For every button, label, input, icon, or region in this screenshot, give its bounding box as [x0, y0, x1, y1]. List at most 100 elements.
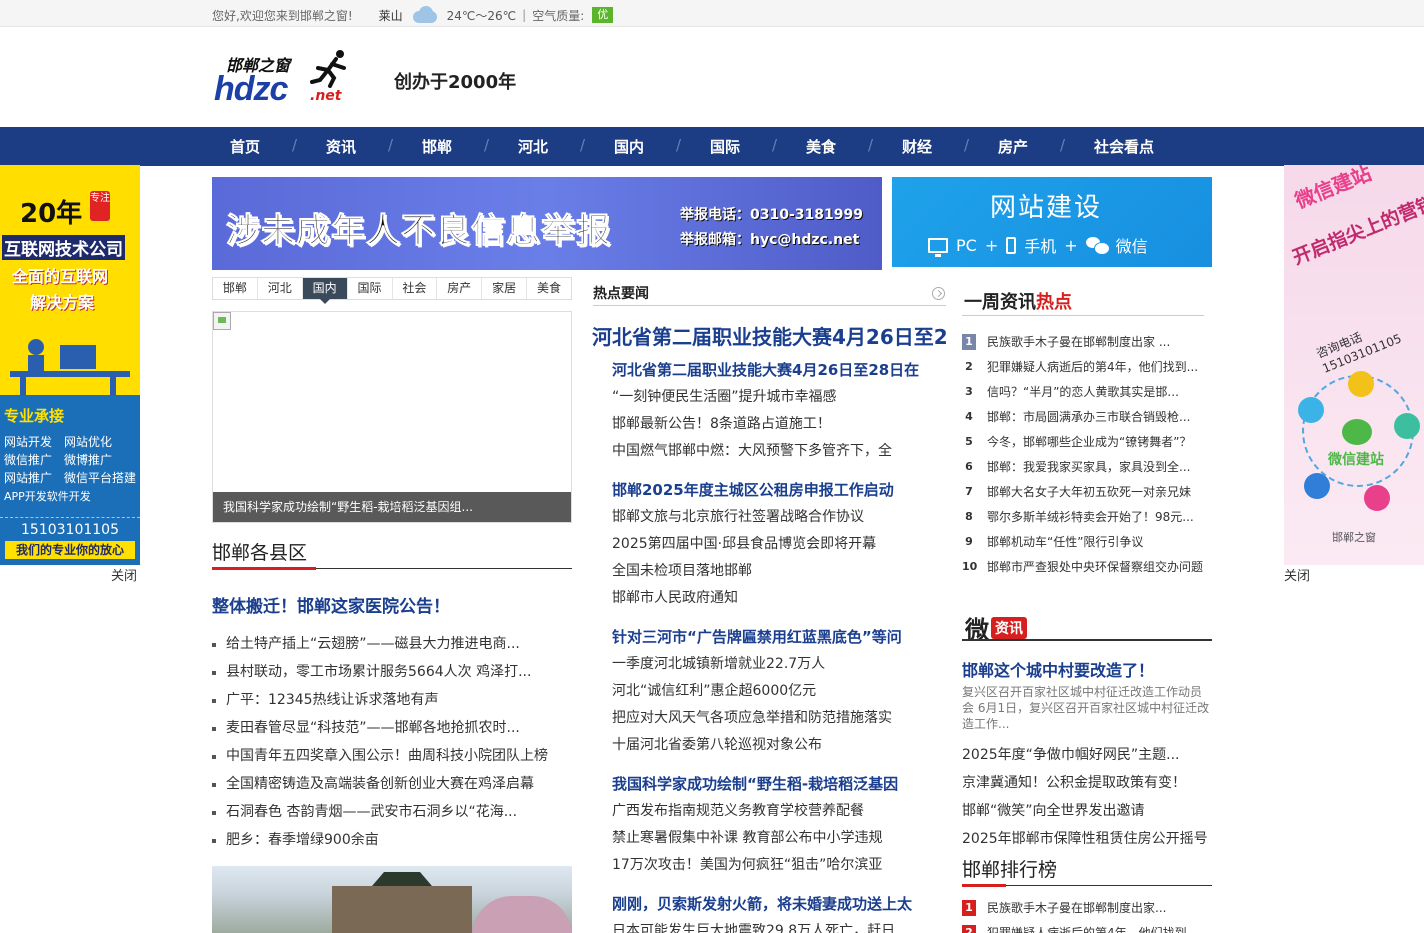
- list-item[interactable]: 邯郸“微笑”向全世界发出邀请: [962, 797, 1212, 825]
- hot-item-text[interactable]: 民族歌手木子曼在邯郸制度出家 ...: [987, 330, 1170, 355]
- list-item[interactable]: 河北省第二届职业技能大赛4月26日至28日在: [612, 357, 946, 384]
- tab-realestate[interactable]: 房产: [437, 278, 483, 299]
- list-item[interactable]: 县村联动，零工市场累计服务5664人次 鸡泽打...: [212, 658, 572, 686]
- list-item[interactable]: 邯郸市人民政府通知: [612, 585, 946, 612]
- list-item[interactable]: 十届河北省委第八轮巡视对象公布: [612, 732, 946, 759]
- list-item[interactable]: 1 民族歌手木子曼在邯郸制度出家 ...: [962, 330, 1212, 355]
- list-item[interactable]: 2025年度“争做巾帼好网民”主题...: [962, 741, 1212, 769]
- list-item[interactable]: 2025第四届中国·邱县食品博览会即将开幕: [612, 531, 946, 558]
- hot-news-group-5: 刚刚，贝索斯发射火箭，将未婚妻成功送上太 日本可能发生巨大地震致29.8万人死亡…: [612, 891, 946, 933]
- service-item: 微信推广: [4, 453, 53, 467]
- micro-news-headline[interactable]: 邯郸这个城中村要改造了！: [962, 657, 1154, 681]
- list-item[interactable]: 我国科学家成功绘制“野生稻-栽培稻泛基因: [612, 771, 946, 798]
- list-item[interactable]: 17万次攻击！美国为何疯狂“狙击”哈尔滨亚: [612, 852, 946, 879]
- hot-item-text[interactable]: 今冬，邯郸哪些企业成为“镣铐舞者”？: [987, 430, 1191, 455]
- list-item[interactable]: 广平：12345热线让诉求落地有声: [212, 686, 572, 714]
- tab-handan[interactable]: 邯郸: [213, 278, 258, 299]
- rank-item-text[interactable]: 民族歌手木子曼在邯郸制度出家...: [987, 896, 1166, 921]
- hot-item-text[interactable]: 邯郸大名女子大年初五砍死一对亲兄妹: [987, 480, 1191, 505]
- list-item[interactable]: 给土特产插上“云翅膀”——磁县大力推进电商...: [212, 630, 572, 658]
- featured-photo[interactable]: 我国科学家成功绘制“野生稻-栽培稻泛基因组...: [212, 311, 572, 523]
- monitor-icon: [928, 237, 948, 257]
- tab-home[interactable]: 家居: [482, 278, 528, 299]
- site-logo[interactable]: 邯郸之窗 hdzc .net: [214, 48, 354, 108]
- list-item[interactable]: 邯郸2025年度主城区公租房申报工作启动: [612, 477, 946, 504]
- list-item[interactable]: 7 邯郸大名女子大年初五砍死一对亲兄妹: [962, 480, 1212, 505]
- rank-number: 2: [962, 925, 976, 933]
- hot-item-text[interactable]: 邯郸市严查狠处中央环保督察组交办问题: [987, 555, 1203, 580]
- list-item[interactable]: 把应对大风天气各项应急举措和防范措施落实: [612, 705, 946, 732]
- hot-item-text[interactable]: 犯罪嫌疑人病逝后的第4年，他们找到...: [987, 355, 1198, 380]
- weekly-hot-title: 一周资讯热点: [964, 288, 1072, 314]
- tab-international[interactable]: 国际: [348, 278, 393, 299]
- pavilion-photo[interactable]: [212, 866, 572, 933]
- service-item: 网站开发: [4, 435, 53, 449]
- tab-society[interactable]: 社会: [393, 278, 438, 299]
- list-item[interactable]: “一刻钟便民生活圈”提升城市幸福感: [612, 384, 946, 411]
- list-item[interactable]: 邯郸最新公告！8条道路占道施工！: [612, 411, 946, 438]
- list-item[interactable]: 刚刚，贝索斯发射火箭，将未婚妻成功送上太: [612, 891, 946, 918]
- list-item[interactable]: 全国精密铸造及高端装备创新创业大赛在鸡泽启幕: [212, 770, 572, 798]
- list-item[interactable]: 一季度河北城镇新增就业22.7万人: [612, 651, 946, 678]
- list-item[interactable]: 2 犯罪嫌疑人病逝后的第4年，他们找到...: [962, 355, 1212, 380]
- list-item[interactable]: 9 邯郸机动车“任性”限行引争议: [962, 530, 1212, 555]
- website-building-banner[interactable]: 网站建设 PC + 手机 + 微信: [892, 177, 1212, 267]
- hot-item-text[interactable]: 信吗？“半月”的恋人黄歌其实是邯...: [987, 380, 1179, 405]
- hot-news-group-3: 针对三河市“广告牌匾禁用红蓝黑底色”等问 一季度河北城镇新增就业22.7万人 河…: [612, 624, 946, 759]
- share-icon: [1394, 413, 1420, 439]
- list-item[interactable]: 2 犯罪嫌疑人病逝后的第4年，他们找到...: [962, 921, 1212, 933]
- list-item[interactable]: 邯郸文旅与北京旅行社签署战略合作协议: [612, 504, 946, 531]
- list-item[interactable]: 中国燃气邯郸中燃：大风预警下多管齐下，全: [612, 438, 946, 465]
- nav-item-society[interactable]: 社会看点: [1060, 136, 1172, 157]
- list-item[interactable]: 麦田春管尽显“科技范”——邯郸各地抢抓农时...: [212, 714, 572, 742]
- featured-photo-caption[interactable]: 我国科学家成功绘制“野生稻-栽培稻泛基因组...: [213, 492, 571, 522]
- list-item[interactable]: 10 邯郸市严查狠处中央环保督察组交办问题: [962, 555, 1212, 580]
- weather-city[interactable]: 莱山: [379, 7, 403, 24]
- list-item[interactable]: 6 邯郸：我爱我家买家具，家具没到全...: [962, 455, 1212, 480]
- left-ad-line2: 全面的互联网: [12, 267, 109, 286]
- list-item[interactable]: 禁止寒暑假集中补课 教育部公布中小学违规: [612, 825, 946, 852]
- county-headline[interactable]: 整体搬迁！邯郸这家医院公告！: [212, 592, 450, 617]
- more-arrow-icon[interactable]: [932, 287, 945, 300]
- left-floating-ad[interactable]: 20年 专注 互联网技术公司 全面的互联网 解决方案 专业承接 网站开发 网站优化…: [0, 165, 140, 565]
- right-floating-ad[interactable]: 微信建站 开启指尖上的营销新时代 咨询电话 15103101105 微信建站 邯…: [1284, 165, 1424, 565]
- platform-wechat: 微信: [1115, 237, 1148, 256]
- list-item[interactable]: 3 信吗？“半月”的恋人黄歌其实是邯...: [962, 380, 1212, 405]
- list-item[interactable]: 肥乡：春季增绿900余亩: [212, 826, 572, 854]
- tab-hebei[interactable]: 河北: [258, 278, 303, 299]
- hot-item-text[interactable]: 邯郸：市局圆满承办三市联合销毁枪...: [987, 405, 1190, 430]
- right-ad-close-button[interactable]: 关闭: [1284, 565, 1310, 584]
- list-item[interactable]: 日本可能发生巨大地震致29.8万人死亡，赶日: [612, 918, 946, 933]
- list-item[interactable]: 石洞春色 杏韵青烟——武安市石洞乡以“花海...: [212, 798, 572, 826]
- separator: |: [522, 8, 527, 22]
- left-ad-years: 20年: [20, 199, 83, 229]
- plus-sign: +: [984, 235, 999, 255]
- list-item[interactable]: 2025年邯郸市保障性租赁住房公开摇号: [962, 825, 1212, 853]
- list-item[interactable]: 广西发布指南规范义务教育学校营养配餐: [612, 798, 946, 825]
- list-item[interactable]: 4 邯郸：市局圆满承办三市联合销毁枪...: [962, 405, 1212, 430]
- platform-phone: 手机: [1024, 237, 1057, 256]
- list-item[interactable]: 1 民族歌手木子曼在邯郸制度出家...: [962, 896, 1212, 921]
- hot-item-text[interactable]: 鄂尔多斯羊绒衫特卖会开始了！98元...: [987, 505, 1194, 530]
- micro-news-list: 2025年度“争做巾帼好网民”主题... 京津冀通知！公积金提取政策有变！ 邯郸…: [962, 741, 1212, 853]
- micro-news-badge: 资讯: [991, 616, 1027, 639]
- list-item[interactable]: 针对三河市“广告牌匾禁用红蓝黑底色”等问: [612, 624, 946, 651]
- platform-pc: PC: [956, 235, 977, 255]
- list-item[interactable]: 中国青年五四奖章入围公示！曲周科技小院团队上榜: [212, 742, 572, 770]
- list-item[interactable]: 京津冀通知！公积金提取政策有变！: [962, 769, 1212, 797]
- list-item[interactable]: 河北“诚信红利”惠企超6000亿元: [612, 678, 946, 705]
- report-banner[interactable]: 涉未成年人不良信息举报 举报电话：0310-3181999 举报邮箱：hyc@h…: [212, 177, 882, 270]
- rank-item-text[interactable]: 犯罪嫌疑人病逝后的第4年，他们找到...: [987, 921, 1198, 933]
- list-item[interactable]: 8 鄂尔多斯羊绒衫特卖会开始了！98元...: [962, 505, 1212, 530]
- tab-food[interactable]: 美食: [527, 278, 571, 299]
- weekly-hot-title-red: 热点: [1036, 292, 1072, 313]
- left-ad-motto: 我们的专业你的放心: [5, 541, 135, 559]
- slogan: 创办于2000年: [394, 72, 517, 93]
- hot-item-text[interactable]: 邯郸：我爱我家买家具，家具没到全...: [987, 455, 1190, 480]
- hot-news-headline[interactable]: 河北省第二届职业技能大赛4月26日至28日在: [592, 321, 946, 350]
- list-item[interactable]: 5 今冬，邯郸哪些企业成为“镣铐舞者”？: [962, 430, 1212, 455]
- tab-domestic[interactable]: 国内: [302, 278, 348, 304]
- hot-item-text[interactable]: 邯郸机动车“任性”限行引争议: [987, 530, 1143, 555]
- list-item[interactable]: 全国未检项目落地邯郸: [612, 558, 946, 585]
- left-ad-close-button[interactable]: 关闭: [111, 565, 137, 584]
